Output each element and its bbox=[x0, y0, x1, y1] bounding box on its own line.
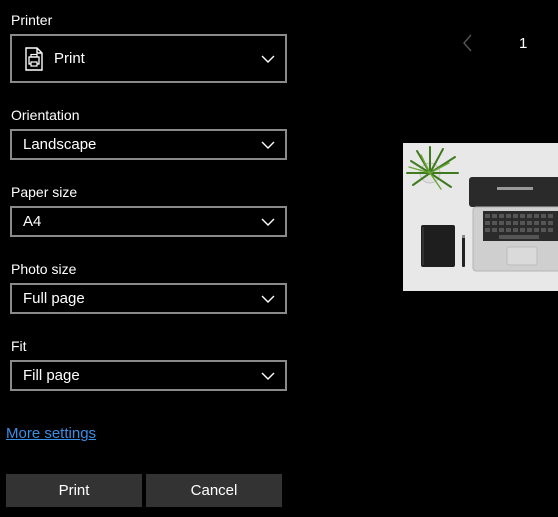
fit-select[interactable]: Fill page bbox=[10, 360, 287, 391]
paper-size-value: A4 bbox=[23, 212, 42, 230]
printer-value: Print bbox=[54, 49, 85, 67]
chevron-down-icon bbox=[261, 218, 275, 226]
chevron-down-icon bbox=[261, 141, 275, 149]
print-button[interactable]: Print bbox=[6, 474, 142, 507]
printer-label: Printer bbox=[11, 12, 53, 28]
photo-size-select[interactable]: Full page bbox=[10, 283, 287, 314]
print-dialog: Printer Print Orientation Landscape Pape… bbox=[0, 0, 558, 517]
photo-size-label: Photo size bbox=[11, 261, 77, 277]
more-settings-link[interactable]: More settings bbox=[6, 425, 96, 442]
paper-size-select[interactable]: A4 bbox=[10, 206, 287, 237]
fit-label: Fit bbox=[11, 338, 27, 354]
fit-value: Fill page bbox=[23, 366, 80, 384]
orientation-select[interactable]: Landscape bbox=[10, 129, 287, 160]
orientation-label: Orientation bbox=[11, 107, 80, 123]
chevron-down-icon bbox=[261, 295, 275, 303]
page-number: 1 bbox=[519, 35, 528, 52]
cancel-button[interactable]: Cancel bbox=[146, 474, 282, 507]
chevron-down-icon bbox=[261, 372, 275, 380]
paper-size-label: Paper size bbox=[11, 184, 78, 200]
chevron-down-icon bbox=[261, 55, 275, 63]
chevron-left-icon[interactable] bbox=[460, 34, 476, 52]
print-preview-image bbox=[403, 143, 558, 291]
printer-icon bbox=[25, 46, 43, 71]
orientation-value: Landscape bbox=[23, 135, 97, 153]
printer-select[interactable]: Print bbox=[10, 34, 287, 83]
photo-size-value: Full page bbox=[23, 289, 85, 307]
